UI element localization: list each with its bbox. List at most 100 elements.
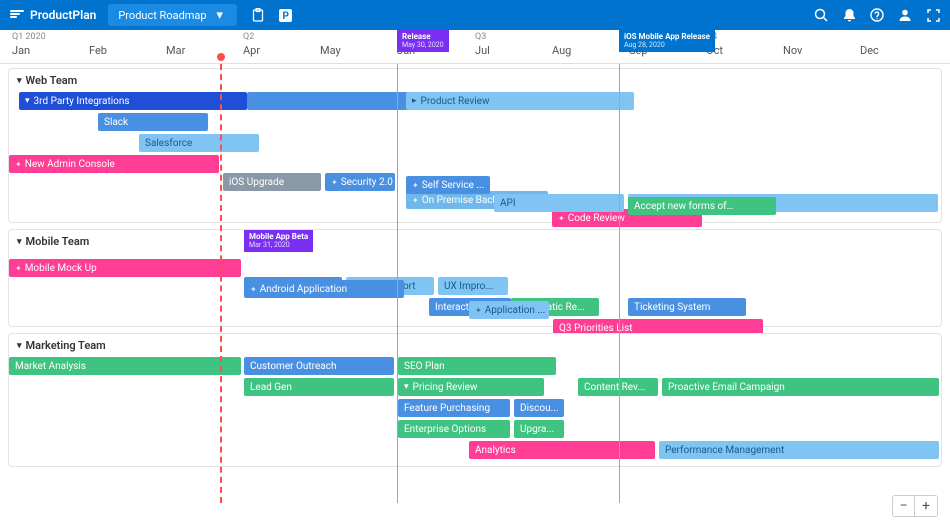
lane-row: New Admin ConsoleiOS UpgradeSecurity 2.0… xyxy=(9,155,941,176)
lane-row: Application ...Q3 Priorities List xyxy=(9,301,941,322)
bar-label: Salesforce xyxy=(145,138,192,149)
swimlane: ▾ Marketing Team Market Analysis Customer … xyxy=(8,333,942,467)
quarter-label: Q2 xyxy=(243,32,254,42)
bar-label: Content Rev... xyxy=(584,382,645,393)
top-nav-bar: ProductPlan Product Roadmap ▾ P xyxy=(0,0,950,30)
roadmap-bar-extension[interactable] xyxy=(247,92,417,110)
roadmap-bar[interactable]: Customer Outreach xyxy=(244,357,394,375)
fullscreen-icon[interactable] xyxy=(926,8,940,22)
milestone-flag[interactable]: iOS Mobile App ReleaseAug 28, 2020 xyxy=(619,30,715,52)
chevron-down-icon: ▾ xyxy=(17,76,22,86)
bar-label: Mobile Mock Up xyxy=(25,263,97,274)
bar-label: Android Application xyxy=(260,284,347,295)
bar-label: Enterprise Options xyxy=(404,424,486,435)
month-label: Mar xyxy=(166,44,185,57)
zoom-out-button[interactable]: − xyxy=(893,496,915,516)
bar-label: SEO Plan xyxy=(404,361,445,372)
month-label: Nov xyxy=(783,44,802,57)
lane-row: Accept new forms of… xyxy=(9,197,941,218)
bar-label: Market Analysis xyxy=(15,361,86,372)
quarter-label: Q1 2020 xyxy=(12,32,46,42)
app-name: ProductPlan xyxy=(30,8,96,22)
bar-label: Analytics xyxy=(475,445,516,456)
roadmap-bar[interactable]: Content Rev... xyxy=(578,378,658,396)
swimlane-header[interactable]: ▾ Marketing Team xyxy=(9,334,941,357)
roadmap-bar[interactable]: Enterprise Options xyxy=(398,420,510,438)
notifications-bell-icon[interactable] xyxy=(842,8,856,22)
month-label: Dec xyxy=(860,44,879,57)
bar-label: 3rd Party Integrations xyxy=(34,96,130,107)
bar-label: Customer Outreach xyxy=(250,361,336,372)
bar-label: New Admin Console xyxy=(25,159,115,170)
lane-row: Android ApplicationInteractive D...Autom… xyxy=(9,280,941,301)
caret-down-icon: ▾ xyxy=(213,8,227,22)
milestone-flag[interactable]: ReleaseMay 30, 2020 xyxy=(397,30,449,52)
bar-label: Proactive Email Campaign xyxy=(668,382,785,393)
user-profile-icon[interactable] xyxy=(898,8,912,22)
roadmap-bar[interactable]: SEO Plan xyxy=(398,357,556,375)
swimlane: ▾ Web Team▾3rd Party Integrations▸Produc… xyxy=(8,68,942,223)
roadmap-bar[interactable]: Accept new forms of… xyxy=(628,197,776,215)
lane-row: Mobile Mock UpUX Improve...Cloud Support… xyxy=(9,259,941,280)
quarter-label: Q3 xyxy=(475,32,486,42)
bar-label: Q3 Priorities List xyxy=(559,323,633,334)
parking-lot-icon[interactable]: P xyxy=(279,8,293,22)
month-label: Jul xyxy=(475,44,490,57)
lane-row: Enterprise Options Upgra... xyxy=(9,420,941,441)
roadmap-bar[interactable]: Discou... xyxy=(514,399,564,417)
lane-row: ▾ 3rd Party Integrations ▸Product Review xyxy=(9,92,941,113)
timeline-header: Q1 2020Q2Q3Q4JanFebMarAprMayJunJulAugSep… xyxy=(0,30,950,64)
expand-chevron-icon: ▾ xyxy=(404,382,409,392)
roadmap-bar[interactable]: Slack xyxy=(98,113,208,131)
roadmap-bar[interactable]: New Admin Console xyxy=(9,155,219,173)
productplan-logo-icon xyxy=(10,10,24,20)
month-label: May xyxy=(320,44,341,57)
help-icon[interactable] xyxy=(870,8,884,22)
bar-label: Discou... xyxy=(520,403,559,414)
roadmap-bar[interactable]: ▾ 3rd Party Integrations xyxy=(19,92,247,110)
roadmap-bar[interactable]: Android Application xyxy=(244,280,404,298)
roadmap-bar[interactable]: Market Analysis xyxy=(9,357,241,375)
roadmap-bar[interactable]: Mobile Mock Up xyxy=(9,259,241,277)
roadmap-bar[interactable]: Upgra... xyxy=(514,420,564,438)
milestone-flag[interactable]: Mobile App BetaMar 31, 2020 xyxy=(244,230,313,252)
lane-row: Salesforce xyxy=(9,134,941,155)
bar-label: Accept new forms of… xyxy=(634,201,733,212)
roadmap-bar[interactable]: Performance Management xyxy=(659,441,939,459)
bar-label: Lead Gen xyxy=(250,382,292,393)
lane-row: Market Analysis Customer Outreach SEO Plan xyxy=(9,357,941,378)
bar-label: Self Service ... xyxy=(422,180,485,191)
swimlane: ▾ Mobile TeamMobile App BetaMar 31, 2020… xyxy=(8,229,942,327)
roadmap-name: Product Roadmap xyxy=(118,9,206,22)
roadmap-bar[interactable]: Salesforce xyxy=(139,134,259,152)
bar-label: Slack xyxy=(104,117,128,128)
roadmap-bar[interactable]: Analytics xyxy=(469,441,655,459)
roadmap-bar[interactable]: Application ... xyxy=(469,301,549,319)
roadmap-canvas[interactable]: ▾ Web Team▾3rd Party Integrations▸Produc… xyxy=(0,64,950,503)
roadmap-bar[interactable]: ▸Product Review xyxy=(406,92,634,110)
clipboard-icon[interactable] xyxy=(251,8,265,22)
expand-chevron-icon: ▾ xyxy=(25,96,30,106)
bar-label: Pricing Review xyxy=(413,382,478,393)
month-label: Aug xyxy=(552,44,571,57)
lane-row: Slack xyxy=(9,113,941,134)
bar-label: Feature Purchasing xyxy=(404,403,490,414)
swimlane-header[interactable]: ▾ Mobile Team xyxy=(9,230,941,253)
roadmap-bar[interactable]: Feature Purchasing xyxy=(398,399,510,417)
lane-row: Self Service ...API▾Shopping Cart Improv… xyxy=(9,176,941,197)
bar-label: Upgra... xyxy=(520,424,554,435)
bar-label: Product Review xyxy=(421,96,490,107)
lane-row: Analytics Performance Management xyxy=(9,441,941,462)
chevron-down-icon: ▾ xyxy=(17,341,22,351)
roadmap-selector-dropdown[interactable]: Product Roadmap ▾ xyxy=(108,4,236,26)
roadmap-bar[interactable]: Lead Gen xyxy=(244,378,394,396)
roadmap-bar[interactable]: Self Service ... xyxy=(406,176,490,194)
roadmap-bar[interactable]: ▾ Pricing Review xyxy=(398,378,544,396)
roadmap-bar[interactable]: Proactive Email Campaign xyxy=(662,378,939,396)
chevron-down-icon: ▾ xyxy=(17,237,22,247)
zoom-in-button[interactable]: + xyxy=(915,496,937,516)
swimlane-header[interactable]: ▾ Web Team xyxy=(9,69,941,92)
lane-row: Lead Gen ▾ Pricing Review Content Rev... Pro… xyxy=(9,378,941,399)
search-icon[interactable] xyxy=(814,8,828,22)
app-logo[interactable]: ProductPlan xyxy=(10,8,96,22)
